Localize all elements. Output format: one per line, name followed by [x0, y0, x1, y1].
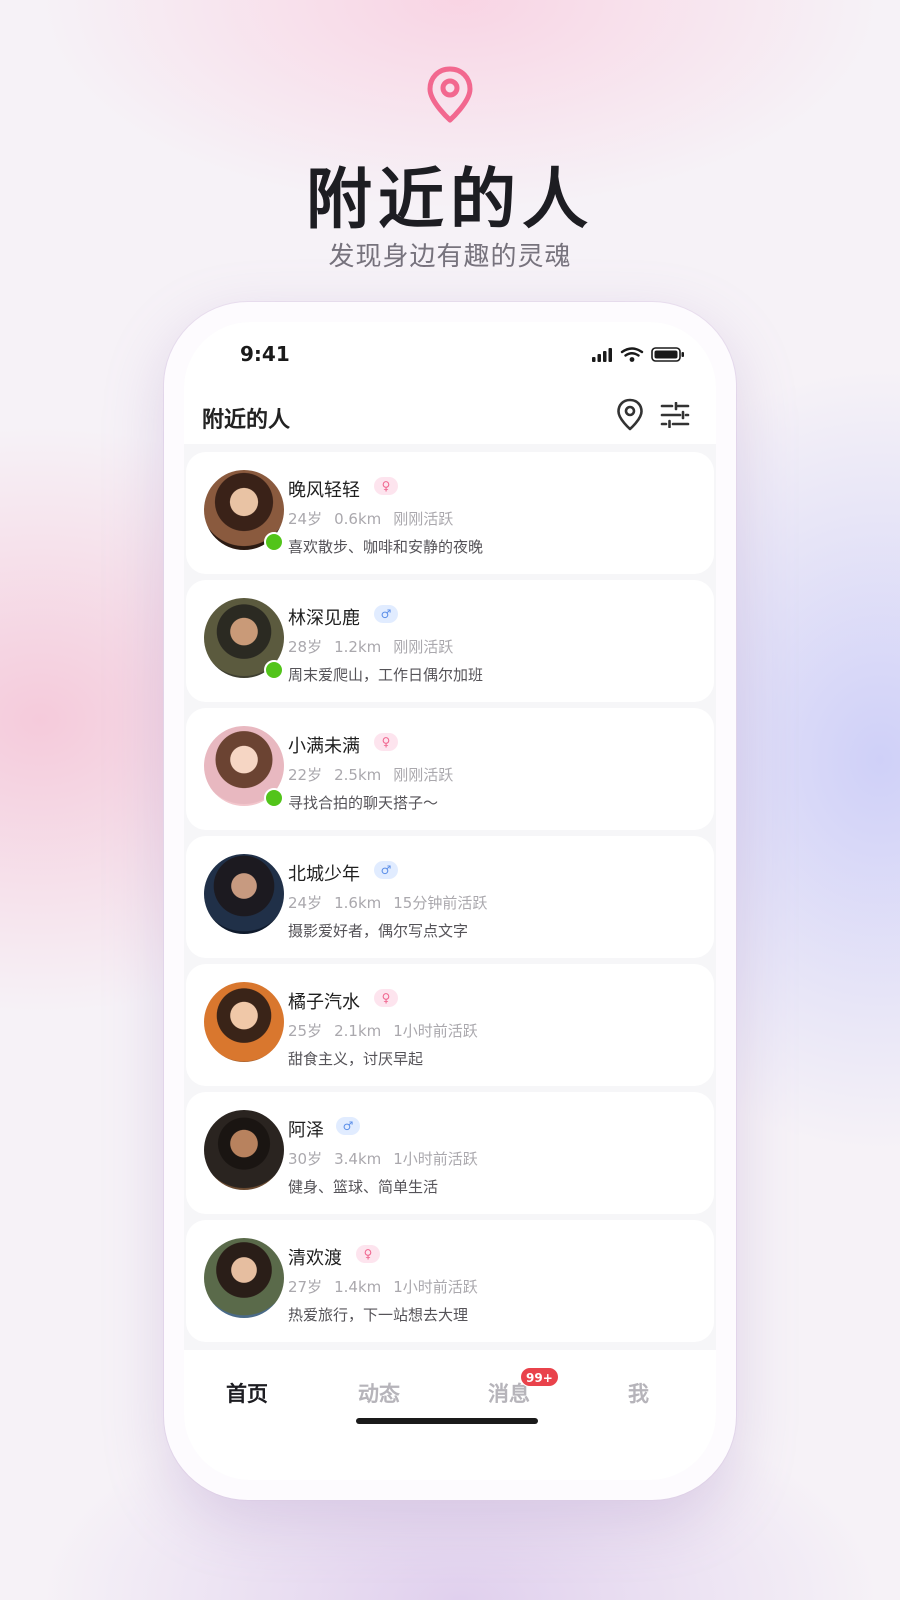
- user-meta: 30岁 3.4km 1小时前活跃: [288, 1148, 490, 1169]
- status-icons: [592, 347, 684, 362]
- hero-title: 附近的人: [306, 161, 594, 238]
- user-meta: 24岁 0.6km 刚刚活跃: [288, 508, 465, 529]
- user-card[interactable]: 阿泽 ♂ 30岁 3.4km 1小时前活跃 健身、篮球、简单生活: [186, 1092, 714, 1214]
- user-distance: 1.4km: [334, 1278, 382, 1296]
- user-active: 1小时前活跃: [393, 1150, 478, 1168]
- signal-icon: [592, 348, 612, 362]
- user-age: 27岁: [288, 1278, 323, 1296]
- avatar[interactable]: [204, 1238, 284, 1318]
- user-card[interactable]: 清欢渡 ♀ 27岁 1.4km 1小时前活跃 热爱旅行，下一站想去大理: [186, 1220, 714, 1342]
- user-active: 15分钟前活跃: [393, 894, 488, 912]
- phone-screen: 9:41 附近的人 晚风轻轻 ♀ 24岁 0.6km 刚刚活跃 喜欢散步、咖啡和…: [184, 322, 716, 1480]
- avatar[interactable]: [204, 854, 284, 934]
- gender-female-icon: ♀: [374, 477, 398, 495]
- user-distance: 3.4km: [334, 1150, 382, 1168]
- online-status-dot: [264, 788, 284, 808]
- user-active: 1小时前活跃: [393, 1278, 478, 1296]
- user-age: 22岁: [288, 766, 323, 784]
- user-name: 橘子汽水: [288, 992, 360, 1013]
- user-active: 刚刚活跃: [393, 766, 454, 784]
- user-bio: 摄影爱好者，偶尔写点文字: [288, 922, 469, 940]
- user-card[interactable]: 林深见鹿 ♂ 28岁 1.2km 刚刚活跃 周末爱爬山，工作日偶尔加班: [186, 580, 714, 702]
- page-title: 附近的人: [202, 408, 291, 433]
- tab-me[interactable]: 我: [628, 1378, 649, 1408]
- user-card[interactable]: 晚风轻轻 ♀ 24岁 0.6km 刚刚活跃 喜欢散步、咖啡和安静的夜晚: [186, 452, 714, 574]
- user-meta: 24岁 1.6km 15分钟前活跃: [288, 892, 499, 913]
- gender-female-icon: ♀: [374, 989, 398, 1007]
- user-meta: 25岁 2.1km 1小时前活跃: [288, 1020, 490, 1041]
- user-name: 清欢渡: [288, 1248, 342, 1269]
- user-name: 晚风轻轻: [288, 480, 360, 501]
- avatar[interactable]: [204, 982, 284, 1062]
- user-card[interactable]: 小满未满 ♀ 22岁 2.5km 刚刚活跃 寻找合拍的聊天搭子～: [186, 708, 714, 830]
- gender-female-icon: ♀: [374, 733, 398, 751]
- app-header: 附近的人: [184, 386, 716, 444]
- battery-icon: [651, 347, 684, 362]
- gender-male-icon: ♂: [374, 605, 398, 623]
- online-status-dot: [264, 532, 284, 552]
- filter-sliders-icon[interactable]: [660, 402, 690, 428]
- user-age: 24岁: [288, 510, 323, 528]
- user-bio: 周末爱爬山，工作日偶尔加班: [288, 666, 484, 684]
- user-distance: 1.2km: [334, 638, 382, 656]
- gender-male-icon: ♂: [336, 1117, 360, 1135]
- user-bio: 甜食主义，讨厌早起: [288, 1050, 424, 1068]
- user-distance: 2.1km: [334, 1022, 382, 1040]
- user-name: 小满未满: [288, 736, 360, 757]
- user-name: 北城少年: [288, 864, 360, 885]
- user-distance: 0.6km: [334, 510, 382, 528]
- status-time: 9:41: [240, 342, 290, 366]
- gender-male-icon: ♂: [374, 861, 398, 879]
- user-active: 刚刚活跃: [393, 510, 454, 528]
- user-card[interactable]: 北城少年 ♂ 24岁 1.6km 15分钟前活跃 摄影爱好者，偶尔写点文字: [186, 836, 714, 958]
- user-name: 阿泽: [288, 1120, 324, 1141]
- user-bio: 健身、篮球、简单生活: [288, 1178, 439, 1196]
- user-age: 28岁: [288, 638, 323, 656]
- user-card[interactable]: 橘子汽水 ♀ 25岁 2.1km 1小时前活跃 甜食主义，讨厌早起: [186, 964, 714, 1086]
- user-active: 1小时前活跃: [393, 1022, 478, 1040]
- phone-frame: 9:41 附近的人 晚风轻轻 ♀ 24岁 0.6km 刚刚活跃 喜欢散步、咖啡和…: [164, 302, 736, 1500]
- hero-subtitle: 发现身边有趣的灵魂: [328, 242, 572, 272]
- location-pin-icon: [427, 66, 473, 123]
- unread-badge: 99+: [520, 1367, 559, 1387]
- avatar[interactable]: [204, 1110, 284, 1190]
- user-age: 30岁: [288, 1150, 323, 1168]
- user-meta: 27岁 1.4km 1小时前活跃: [288, 1276, 490, 1297]
- user-distance: 1.6km: [334, 894, 382, 912]
- bottom-tab-bar: 首页 动态 消息 99+ 我: [184, 1350, 716, 1480]
- user-distance: 2.5km: [334, 766, 382, 784]
- tab-moments[interactable]: 动态: [358, 1378, 400, 1408]
- user-active: 刚刚活跃: [393, 638, 454, 656]
- user-bio: 喜欢散步、咖啡和安静的夜晚: [288, 538, 484, 556]
- user-age: 24岁: [288, 894, 323, 912]
- status-bar: 9:41: [184, 322, 716, 386]
- tab-home[interactable]: 首页: [226, 1378, 268, 1408]
- user-meta: 22岁 2.5km 刚刚活跃: [288, 764, 465, 785]
- user-meta: 28岁 1.2km 刚刚活跃: [288, 636, 465, 657]
- user-age: 25岁: [288, 1022, 323, 1040]
- gender-female-icon: ♀: [356, 1245, 380, 1263]
- wifi-icon: [620, 347, 644, 357]
- user-bio: 热爱旅行，下一站想去大理: [288, 1306, 469, 1324]
- user-name: 林深见鹿: [288, 608, 360, 629]
- home-indicator: [356, 1418, 538, 1424]
- location-pin-icon[interactable]: [616, 398, 644, 432]
- online-status-dot: [264, 660, 284, 680]
- user-bio: 寻找合拍的聊天搭子～: [288, 794, 439, 812]
